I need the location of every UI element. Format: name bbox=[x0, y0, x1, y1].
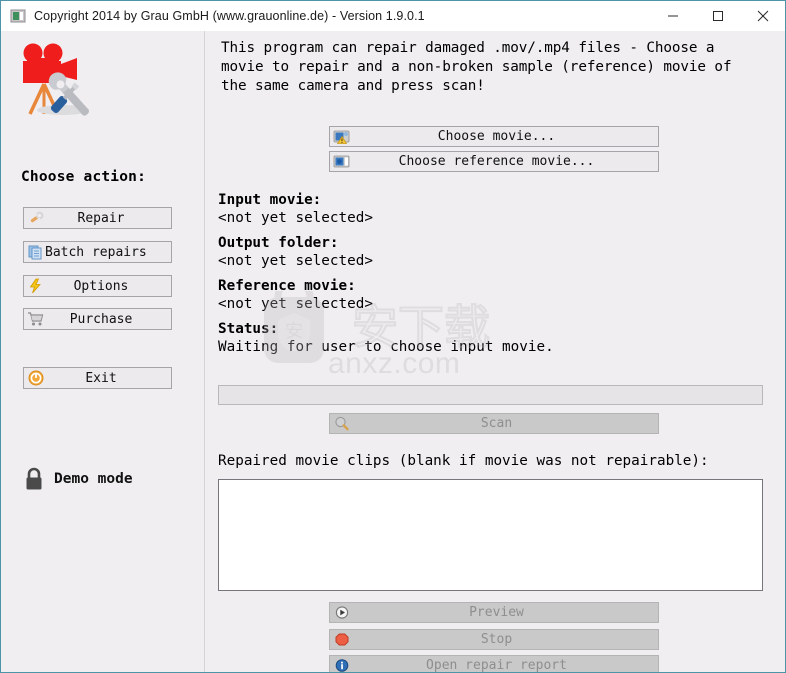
movie-camera-repair-logo bbox=[14, 36, 98, 120]
choose-reference-movie-button-label: Choose reference movie... bbox=[398, 154, 595, 169]
status-label: Status: bbox=[218, 321, 279, 337]
options-button[interactable]: Options bbox=[23, 275, 172, 297]
preview-button-label: Preview bbox=[469, 605, 524, 620]
input-movie-label: Input movie: bbox=[218, 192, 322, 208]
film-window-icon bbox=[10, 8, 26, 24]
status-value: Waiting for user to choose input movie. bbox=[218, 339, 554, 355]
open-repair-report-button-label: Open repair report bbox=[426, 658, 567, 673]
title-bar: Copyright 2014 by Grau GmbH (www.grauonl… bbox=[1, 1, 785, 31]
window-title: Copyright 2014 by Grau GmbH (www.grauonl… bbox=[34, 9, 425, 23]
main-panel: This program can repair damaged .mov/.mp… bbox=[206, 31, 785, 672]
window-controls bbox=[650, 1, 785, 31]
documents-icon bbox=[27, 244, 45, 260]
stop-octagon-icon bbox=[333, 632, 351, 647]
progress-bar bbox=[218, 385, 763, 405]
repaired-clips-list[interactable] bbox=[218, 479, 763, 591]
choose-action-heading: Choose action: bbox=[21, 169, 147, 185]
choose-reference-movie-button[interactable]: Choose reference movie... bbox=[329, 151, 659, 172]
open-repair-report-button[interactable]: Open repair report bbox=[329, 655, 659, 673]
purchase-button-label: Purchase bbox=[69, 311, 133, 327]
repaired-clips-label: Repaired movie clips (blank if movie was… bbox=[218, 453, 709, 469]
minimize-button[interactable] bbox=[650, 1, 695, 31]
input-movie-value: <not yet selected> bbox=[218, 210, 373, 226]
batch-repairs-button-label: Batch repairs bbox=[45, 244, 147, 260]
reference-movie-label: Reference movie: bbox=[218, 278, 356, 294]
movie-warning-icon bbox=[333, 129, 351, 144]
movie-reference-icon bbox=[333, 154, 351, 169]
choose-movie-button[interactable]: Choose movie... bbox=[329, 126, 659, 147]
repair-button[interactable]: Repair bbox=[23, 207, 172, 229]
sidebar: Choose action: Repair Batch repairs Opti… bbox=[2, 31, 205, 672]
exit-button[interactable]: Exit bbox=[23, 367, 172, 389]
info-block: Input movie: <not yet selected> Output f… bbox=[218, 191, 554, 356]
maximize-button[interactable] bbox=[695, 1, 740, 31]
options-button-label: Options bbox=[73, 278, 129, 294]
close-button[interactable] bbox=[740, 1, 785, 31]
choose-movie-button-label: Choose movie... bbox=[437, 129, 556, 144]
scan-button[interactable]: Scan bbox=[329, 413, 659, 434]
output-folder-value: <not yet selected> bbox=[218, 253, 373, 269]
wrench-icon bbox=[27, 210, 45, 226]
demo-mode-status: Demo mode bbox=[23, 466, 133, 492]
application-window: Copyright 2014 by Grau GmbH (www.grauonl… bbox=[0, 0, 786, 673]
play-circle-icon bbox=[333, 605, 351, 620]
batch-repairs-button[interactable]: Batch repairs bbox=[23, 241, 172, 263]
demo-mode-label: Demo mode bbox=[54, 471, 133, 487]
output-folder-label: Output folder: bbox=[218, 235, 339, 251]
scan-button-label: Scan bbox=[480, 416, 513, 431]
power-icon bbox=[27, 370, 45, 386]
stop-button-label: Stop bbox=[480, 632, 513, 647]
exit-button-label: Exit bbox=[85, 370, 117, 386]
magnifier-icon bbox=[333, 416, 351, 431]
padlock-icon bbox=[23, 466, 45, 492]
purchase-button[interactable]: Purchase bbox=[23, 308, 172, 330]
reference-movie-value: <not yet selected> bbox=[218, 296, 373, 312]
preview-button[interactable]: Preview bbox=[329, 602, 659, 623]
stop-button[interactable]: Stop bbox=[329, 629, 659, 650]
shopping-cart-icon bbox=[27, 311, 45, 327]
intro-text: This program can repair damaged .mov/.mp… bbox=[221, 40, 732, 94]
lightning-icon bbox=[27, 278, 45, 294]
info-circle-icon bbox=[333, 658, 351, 672]
repair-button-label: Repair bbox=[77, 210, 125, 226]
